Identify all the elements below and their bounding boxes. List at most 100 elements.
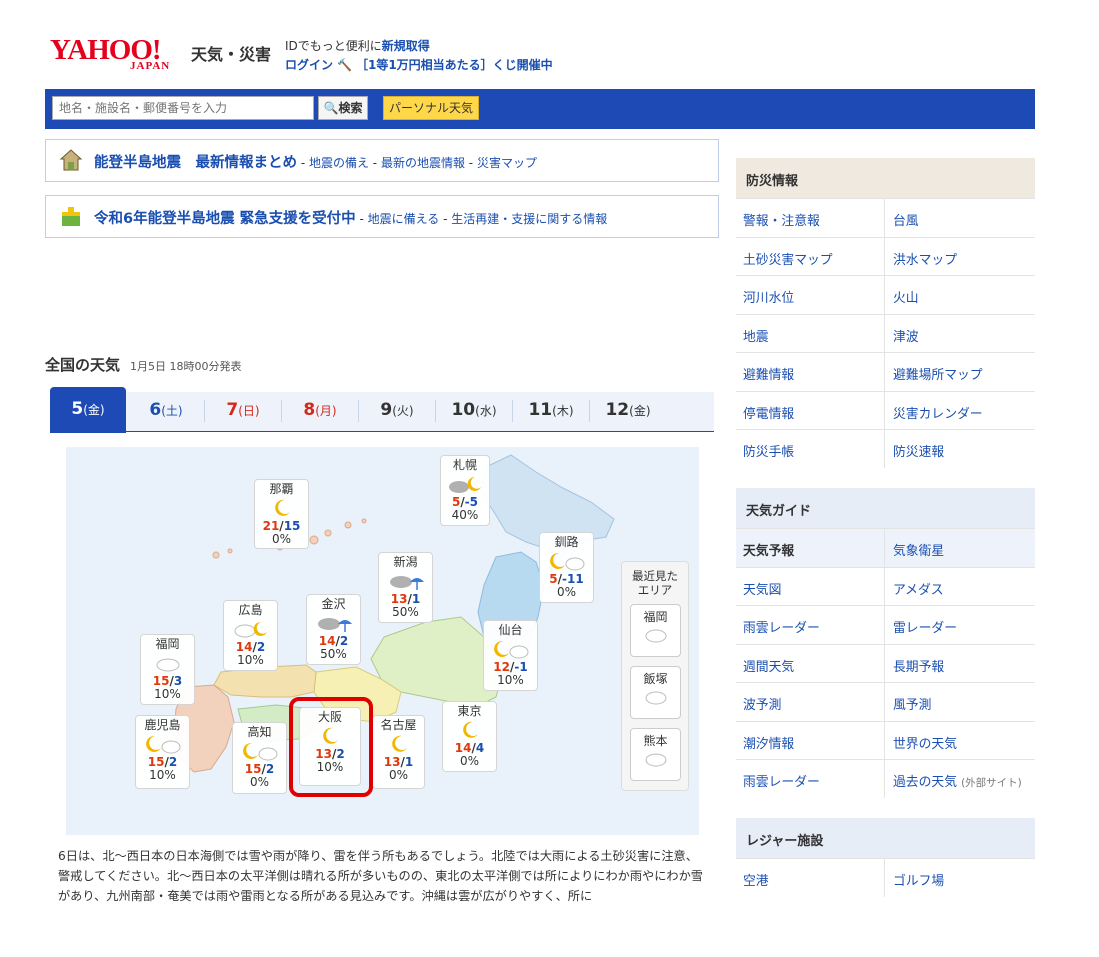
city-card-naha[interactable]: 那覇 21/15 0% [254,479,309,549]
city-card-hiroshima[interactable]: 広島 14/2 10% [223,600,278,671]
sidebar-link[interactable]: 雨雲レーダー [743,617,820,636]
city-card-kanazawa[interactable]: 金沢 14/2 50% [306,594,361,665]
search-input[interactable] [52,96,314,120]
forecast-description: 6日は、北～西日本の日本海側では雪や雨が降り、雷を伴う所もあるでしょう。北陸では… [58,849,703,903]
sidebar-link[interactable]: 洪水マップ [893,249,957,268]
sidebar-link[interactable]: 風予測 [893,694,931,713]
city-card-niigata[interactable]: 新潟 13/1 50% [378,552,433,623]
tab-day-8[interactable]: 8(月) [282,392,358,432]
sidebar-link[interactable]: 避難情報 [743,364,794,383]
tab-day-10[interactable]: 10(水) [436,392,512,432]
sidebar-link[interactable]: 地震 [743,326,769,345]
disaster-info-box: 防災情報 警報・注意報 台風 土砂災害マップ 洪水マップ 河川水位 火山 地震 津波 避… [736,158,1035,468]
personal-weather-button[interactable]: パーソナル天気 [383,96,479,120]
city-card-sendai[interactable]: 仙台 12/-1 10% [483,620,538,691]
sidebar-link[interactable]: 世界の天気 [893,733,957,752]
sidebar-link[interactable]: 長期予報 [893,656,944,675]
house-icon [59,149,83,171]
sidebar-link[interactable]: 河川水位 [743,287,794,306]
tab-day-12[interactable]: 12(金) [590,392,666,432]
cloud-icon [645,753,666,767]
recent-area-fukuoka[interactable]: 福岡 [630,604,681,657]
sidebar-link[interactable]: 警報・注意報 [743,210,820,229]
sidebar-link[interactable]: 週間天気 [743,656,794,675]
cloud-icon [156,658,179,672]
sidebar-link[interactable]: アメダス [893,579,944,598]
cloud-umbrella-icon [389,576,424,590]
sidebar-link[interactable]: 防災手帳 [743,441,794,460]
moon-cloud-icon [145,735,180,754]
tab-day-6[interactable]: 6(土) [128,392,204,432]
sidebar-link[interactable]: 波予測 [743,694,781,713]
sidebar-link[interactable]: 雷レーダー [893,617,957,636]
issued-time: 1月5日 18時00分発表 [130,360,242,373]
city-card-sapporo[interactable]: 札幌 5/-5 40% [440,455,490,526]
moon-icon [323,727,338,744]
sidebar-link[interactable]: 空港 [743,870,769,889]
alert-link[interactable]: 地震に備える [368,212,440,226]
sidebar-link[interactable]: 停電情報 [743,403,794,422]
search-button[interactable]: 🔍検索 [318,96,368,120]
weather-guide-title: 天気ガイド [736,488,1035,528]
city-card-osaka[interactable]: 大阪 13/2 10% [299,707,361,786]
sidebar-link[interactable]: 土砂災害マップ [743,249,833,268]
city-card-kochi[interactable]: 高知 15/2 0% [232,722,287,794]
sidebar-link[interactable]: 避難場所マップ [893,364,983,383]
alert-link[interactable]: 最新の地震情報 [381,156,465,170]
site-header: YAHOO! JAPAN 天気・災害 IDでもっと便利に新規取得 ログイン 🔨 ［1… [48,34,1028,79]
hammer-icon: 🔨 [337,58,352,72]
alert-link[interactable]: 災害マップ [477,156,537,170]
city-card-fukuoka[interactable]: 福岡 15/3 10% [140,634,195,705]
alert-link[interactable]: 地震の備え [309,156,369,170]
tab-day-5[interactable]: 5(金) [50,387,126,433]
cloud-icon [645,691,666,705]
alert-title-support[interactable]: 令和6年能登半島地震 緊急支援を受付中 [94,211,356,227]
sidebar-link[interactable]: 災害カレンダー [893,403,983,422]
sidebar-link[interactable]: 火山 [893,287,919,306]
sidebar-link[interactable]: 雨雲レーダー [743,771,820,790]
city-card-kushiro[interactable]: 釧路 5/-11 0% [539,532,594,603]
city-card-nagoya[interactable]: 名古屋 13/1 0% [372,715,425,789]
recent-area-iizuka[interactable]: 飯塚 [630,666,681,719]
sidebar-link[interactable]: 天気図 [743,579,781,598]
moon-icon [391,735,407,752]
moon-icon [462,721,478,738]
alert-title-earthquake[interactable]: 能登半島地震 最新情報まとめ [94,155,297,171]
sidebar-link[interactable]: 潮汐情報 [743,733,794,752]
cloud-moon-icon [234,621,267,638]
city-card-kagoshima[interactable]: 鹿児島 15/2 10% [135,715,190,789]
sidebar-link-current[interactable]: 天気予報 [743,540,794,559]
cloud-moon-icon [449,476,481,493]
moon-cloud-icon [242,742,277,761]
alert-link[interactable]: 生活再建・支援に関する情報 [451,212,607,226]
alert-banner-support: 令和6年能登半島地震 緊急支援を受付中 - 地震に備える - 生活再建・支援に関… [45,195,719,238]
site-name[interactable]: 天気・災害 [191,41,271,65]
signup-link[interactable]: 新規取得 [382,39,430,53]
city-card-tokyo[interactable]: 東京 14/4 0% [442,701,497,772]
disaster-info-title: 防災情報 [736,158,1035,198]
sidebar-link[interactable]: 気象衛星 [893,540,944,559]
alert-banner-earthquake: 能登半島地震 最新情報まとめ - 地震の備え - 最新の地震情報 - 災害マップ [45,139,719,182]
tab-day-9[interactable]: 9(火) [359,392,435,432]
sidebar-link[interactable]: 防災速報 [893,441,944,460]
recent-areas-panel: 最近見た エリア 福岡 飯塚 熊本 [621,561,689,791]
tab-day-7[interactable]: 7(日) [205,392,281,432]
sidebar-link[interactable]: 台風 [893,210,919,229]
recent-area-kumamoto[interactable]: 熊本 [630,728,681,781]
day-tabs: 5(金) 6(土) 7(日) 8(月) 9(火) 10(水) 11(木) 12(… [50,387,714,433]
login-link[interactable]: ログイン [285,58,333,72]
weather-guide-box: 天気ガイド 天気予報 気象衛星 天気図 アメダス 雨雲レーダー 雷レーダー 週間天気 長… [736,488,1035,798]
sidebar-link-external[interactable]: 過去の天気 (外部サイト) [893,771,1022,790]
tab-day-11[interactable]: 11(木) [513,392,589,432]
sidebar-link[interactable]: 津波 [893,326,919,345]
yahoo-logo-sub: JAPAN [130,60,171,72]
sidebar-link[interactable]: ゴルフ場 [893,870,944,889]
search-bar: 🔍検索 パーソナル天気 [45,89,1035,129]
lottery-link[interactable]: ［1等1万円相当あたる］くじ開催中 [356,58,553,72]
moon-cloud-icon [493,640,528,659]
login-line: ログイン 🔨 ［1等1万円相当あたる］くじ開催中 [285,56,553,73]
recent-areas-title: 最近見た エリア [632,569,678,597]
signup-promo: IDでもっと便利に新規取得 [285,39,430,53]
cloud-icon [645,629,666,643]
leisure-box: レジャー施設 空港 ゴルフ場 [736,818,1035,897]
